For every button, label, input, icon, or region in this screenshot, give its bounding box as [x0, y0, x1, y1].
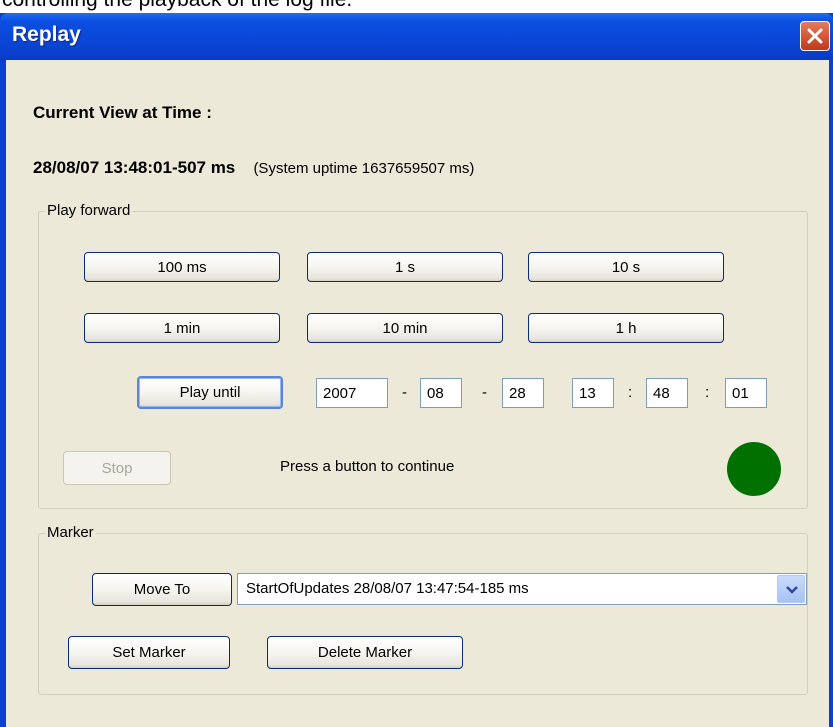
delete-marker-button[interactable]: Delete Marker	[267, 636, 463, 669]
time-separator: :	[628, 384, 633, 401]
until-month-field[interactable]: 08	[420, 378, 462, 408]
move-to-button[interactable]: Move To	[92, 573, 232, 606]
until-year-field[interactable]: 2007	[316, 378, 388, 408]
step-1h-button[interactable]: 1 h	[528, 313, 724, 343]
step-10min-button[interactable]: 10 min	[307, 313, 503, 343]
current-view-label: Current View at Time :	[33, 103, 212, 122]
set-marker-button[interactable]: Set Marker	[68, 636, 230, 669]
step-1min-button[interactable]: 1 min	[84, 313, 280, 343]
marker-legend: Marker	[45, 524, 96, 541]
close-icon	[807, 28, 823, 44]
until-minute-field[interactable]: 48	[646, 378, 688, 408]
date-separator: -	[402, 384, 407, 401]
current-time: 28/08/07 13:48:01-507 ms	[33, 158, 236, 177]
caption-text: controlling the playback of the log file…	[2, 0, 352, 12]
stop-button[interactable]: Stop	[63, 451, 171, 485]
time-separator: :	[705, 384, 710, 401]
play-forward-legend: Play forward	[45, 202, 133, 219]
marker-select-dropdown-button[interactable]	[777, 575, 805, 603]
close-button[interactable]	[800, 21, 830, 51]
system-uptime: (System uptime 1637659507 ms)	[253, 160, 475, 177]
status-text: Press a button to continue	[280, 458, 455, 475]
step-1s-button[interactable]: 1 s	[307, 252, 503, 282]
step-100ms-button[interactable]: 100 ms	[84, 252, 280, 282]
play-until-button[interactable]: Play until	[137, 376, 283, 409]
status-indicator	[727, 442, 781, 496]
window-title: Replay	[12, 23, 81, 46]
chevron-down-icon	[786, 586, 798, 594]
marker-select[interactable]: StartOfUpdates 28/08/07 13:47:54-185 ms	[237, 573, 807, 605]
marker-group: Marker	[38, 524, 808, 695]
until-hour-field[interactable]: 13	[572, 378, 614, 408]
until-second-field[interactable]: 01	[725, 378, 767, 408]
until-day-field[interactable]: 28	[502, 378, 544, 408]
step-10s-button[interactable]: 10 s	[528, 252, 724, 282]
date-separator: -	[482, 384, 487, 401]
marker-select-value: StartOfUpdates 28/08/07 13:47:54-185 ms	[246, 580, 529, 597]
title-bar[interactable]: Replay	[0, 13, 833, 60]
